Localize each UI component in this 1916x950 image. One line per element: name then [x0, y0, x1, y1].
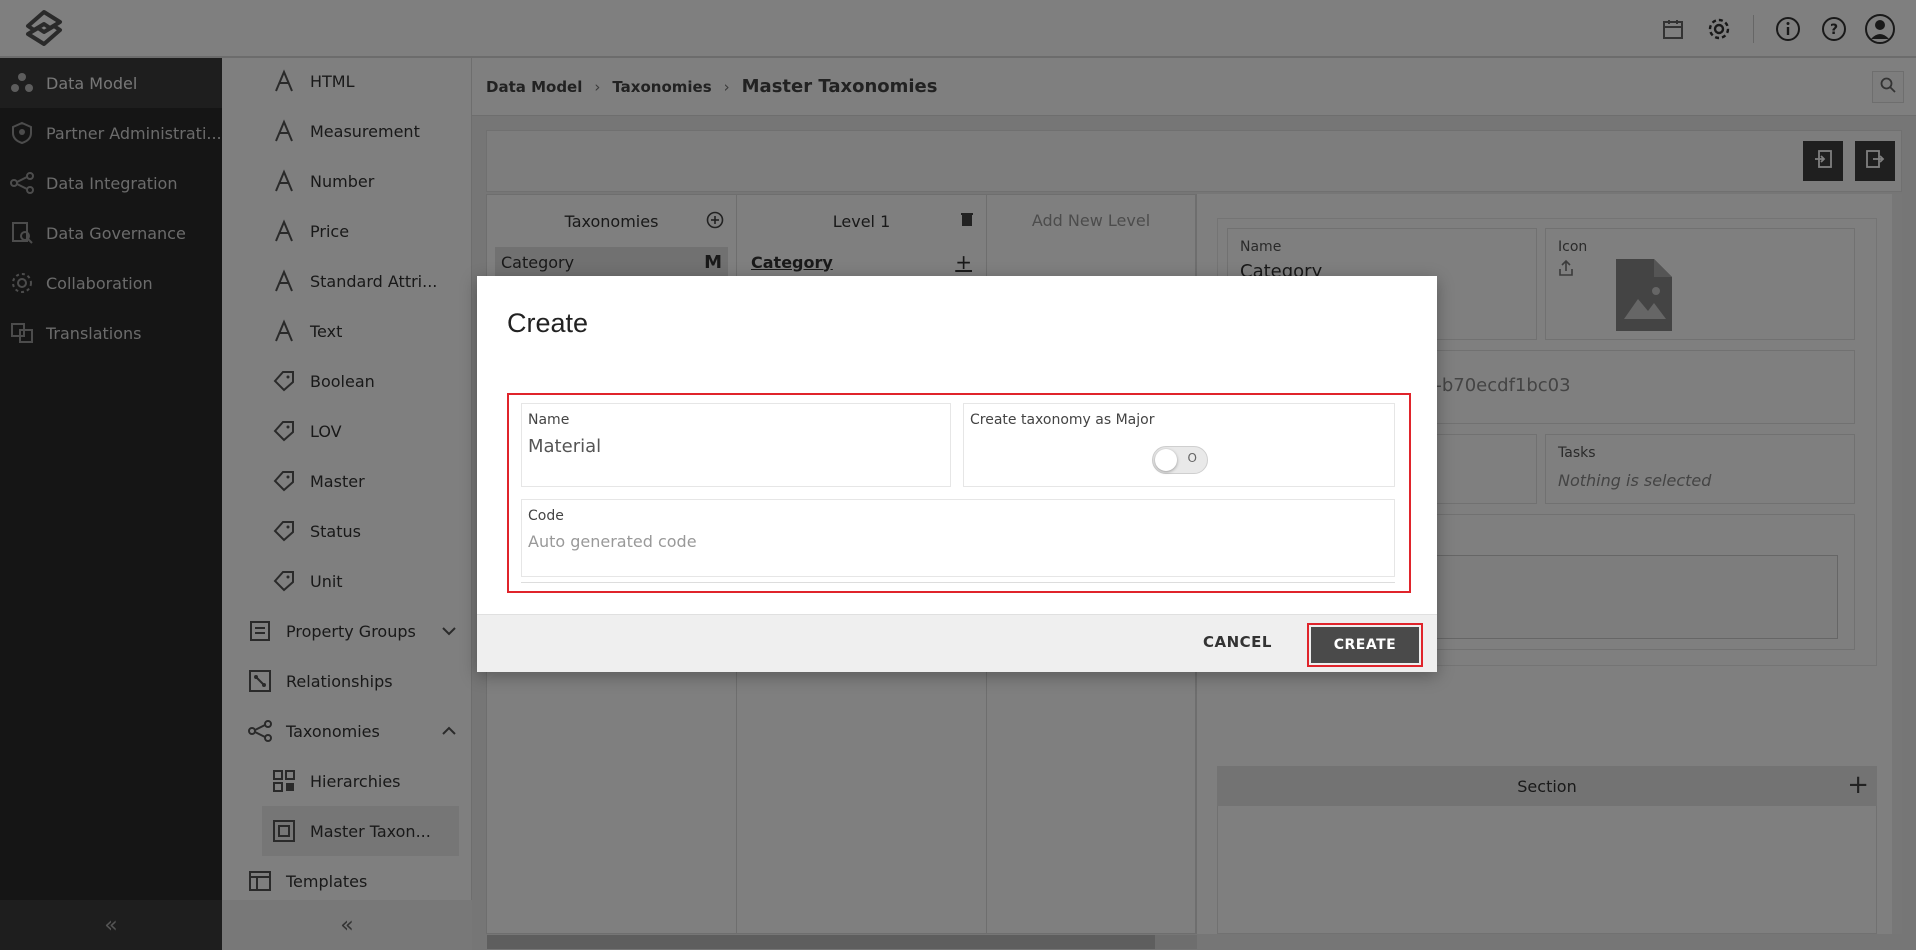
dialog-footer: CANCEL CREATE — [477, 614, 1437, 672]
cancel-button[interactable]: CANCEL — [1203, 633, 1272, 651]
toggle-state-label: O — [1187, 451, 1197, 465]
create-button[interactable]: CREATE — [1311, 627, 1419, 663]
create-button-highlight: CREATE — [1307, 623, 1423, 667]
code-field[interactable]: Code Auto generated code — [521, 499, 1395, 577]
dialog-title: Create — [507, 308, 589, 338]
create-dialog: Create Name Material Create taxonomy as … — [477, 276, 1437, 672]
code-input[interactable]: Auto generated code — [528, 532, 1394, 551]
form-highlight: Name Material Create taxonomy as Major O… — [507, 393, 1411, 593]
major-toggle-field: Create taxonomy as Major O — [963, 403, 1395, 487]
code-field-label: Code — [528, 508, 564, 524]
major-toggle-label: Create taxonomy as Major — [970, 412, 1155, 428]
name-input[interactable]: Material — [528, 436, 950, 457]
create-form: Name Material Create taxonomy as Major O… — [521, 403, 1395, 583]
toggle-knob — [1155, 449, 1177, 471]
major-toggle[interactable]: O — [1152, 446, 1208, 474]
name-field-label: Name — [528, 412, 570, 428]
name-field[interactable]: Name Material — [521, 403, 951, 487]
